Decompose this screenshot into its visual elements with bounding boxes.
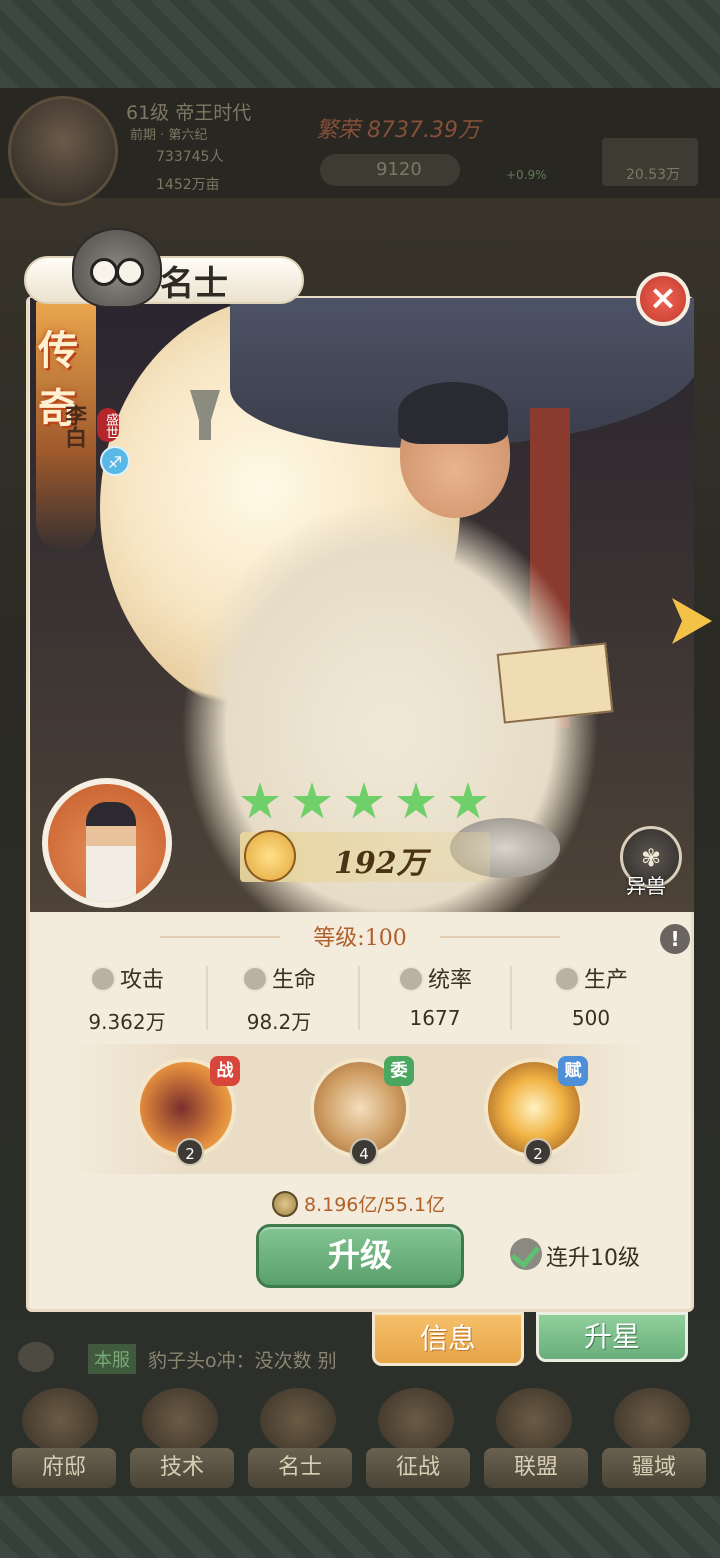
skill-type-tag: 战 [210,1056,240,1086]
stat-label: 统率 [427,968,472,993]
skill-appoint[interactable]: 委 4 [310,1056,414,1166]
nav-mansion[interactable]: 府邸 [12,1448,116,1488]
upgrade-cost-row: 8.196亿/55.1亿 [272,1190,445,1220]
nav-territory[interactable]: 疆域 [602,1448,706,1488]
production-icon [553,966,580,992]
sagittarius-icon[interactable]: ♐ [100,446,130,476]
skill-level: 4 [350,1138,378,1166]
chat-channel: 本服 [88,1344,136,1374]
currency-value: 9120 [376,159,422,180]
skill-talent[interactable]: 赋 2 [484,1056,588,1166]
hero-level: 等级:100 [313,926,407,951]
auto-upgrade-checkbox[interactable] [510,1238,542,1270]
skill-battle[interactable]: 战 2 [136,1056,240,1166]
beast-label: 异兽 [626,874,666,898]
stat-command: 统率 1677 [360,962,510,1032]
mansion-icon [22,1388,98,1452]
player-level-era: 61级 帝王时代 [126,102,252,124]
nav-alliance[interactable]: 联盟 [484,1448,588,1488]
heart-icon [241,966,268,992]
star-rating [240,782,500,824]
hero-hat-illustration [398,382,508,444]
tech-icon [142,1388,218,1452]
bottom-nav: 府邸 技术 名士 征战 联盟 疆域 [0,1384,720,1496]
stat-label: 攻击 [119,968,164,993]
battle-icon [378,1388,454,1452]
tab-star-up[interactable]: 升星 [536,1312,688,1362]
level-row: 等级:100 [160,920,560,952]
skill-type-tag: 赋 [558,1056,588,1086]
level-divider-left [160,936,280,938]
chat-icon[interactable] [18,1342,54,1372]
stat-value: 9.362万 [88,1010,166,1034]
nav-battle[interactable]: 征战 [366,1448,470,1488]
player-avatar[interactable] [8,96,118,206]
scholar-icon [260,1388,336,1452]
info-icon[interactable]: ! [660,924,690,954]
coin-icon [272,1191,298,1217]
dragon-mascot-icon [72,228,162,308]
stat-value: 98.2万 [246,1010,312,1034]
upgrade-button[interactable]: 升级 [256,1224,464,1288]
hero-name: 李白 [61,404,87,448]
era-badge: 盛世 [97,408,119,442]
stat-value: 1677 [409,1006,461,1030]
page-title: 名士 [160,264,228,304]
nav-scholar[interactable]: 名士 [248,1448,352,1488]
skill-type-tag: 委 [384,1056,414,1086]
stat-value: 500 [571,1006,611,1030]
skill-level: 2 [176,1138,204,1166]
close-button[interactable]: × [636,272,690,326]
growth-value: +0.9% [506,168,547,182]
alliance-icon [496,1388,572,1452]
land-value: 1452万亩 [156,177,220,193]
star-icon [396,782,436,819]
chat-message: 豹子头o冲：没次数 别 [148,1350,337,1372]
stat-divider [510,966,512,1030]
tab-info[interactable]: 信息 [372,1312,524,1366]
stat-label: 生产 [583,968,628,993]
skill-level: 2 [524,1138,552,1166]
command-icon [397,966,424,992]
resource-value: 20.53万 [626,167,681,183]
level-divider-right [440,936,560,938]
population-value: 733745人 [156,149,224,165]
star-icon [448,782,488,819]
star-icon [344,782,384,819]
hero-portrait-avatar[interactable] [42,778,172,908]
resource-box[interactable]: 20.53万 [602,138,698,186]
attack-icon [89,966,116,992]
frame-top-pattern [0,0,720,88]
status-bar: 61级 帝王时代 前期 · 第六纪 733745人 1452万亩 繁荣 8737… [0,88,720,206]
hero-chibi-figure [86,802,136,902]
territory-icon [614,1388,690,1452]
fist-power-icon [244,830,296,882]
stat-health: 生命 98.2万 [204,962,354,1034]
chat-bar[interactable]: 本服 豹子头o冲：没次数 别 [18,1338,358,1378]
frame-bottom-pattern [0,1496,720,1558]
stat-attack: 攻击 9.362万 [52,962,202,1034]
star-icon [292,782,332,819]
power-value: 192万 [334,846,427,881]
stat-production: 生产 500 [516,962,666,1032]
prosperity-value: 繁荣 8737.39万 [316,118,480,143]
nav-tech[interactable]: 技术 [130,1448,234,1488]
auto-upgrade-label[interactable]: 连升10级 [546,1240,640,1272]
upgrade-cost: 8.196亿/55.1亿 [304,1194,446,1216]
stat-label: 生命 [271,968,316,993]
era-period: 前期 · 第六纪 [130,128,208,143]
currency-box[interactable]: 9120 [320,154,460,186]
book-illustration [496,642,614,724]
star-icon [240,782,280,819]
